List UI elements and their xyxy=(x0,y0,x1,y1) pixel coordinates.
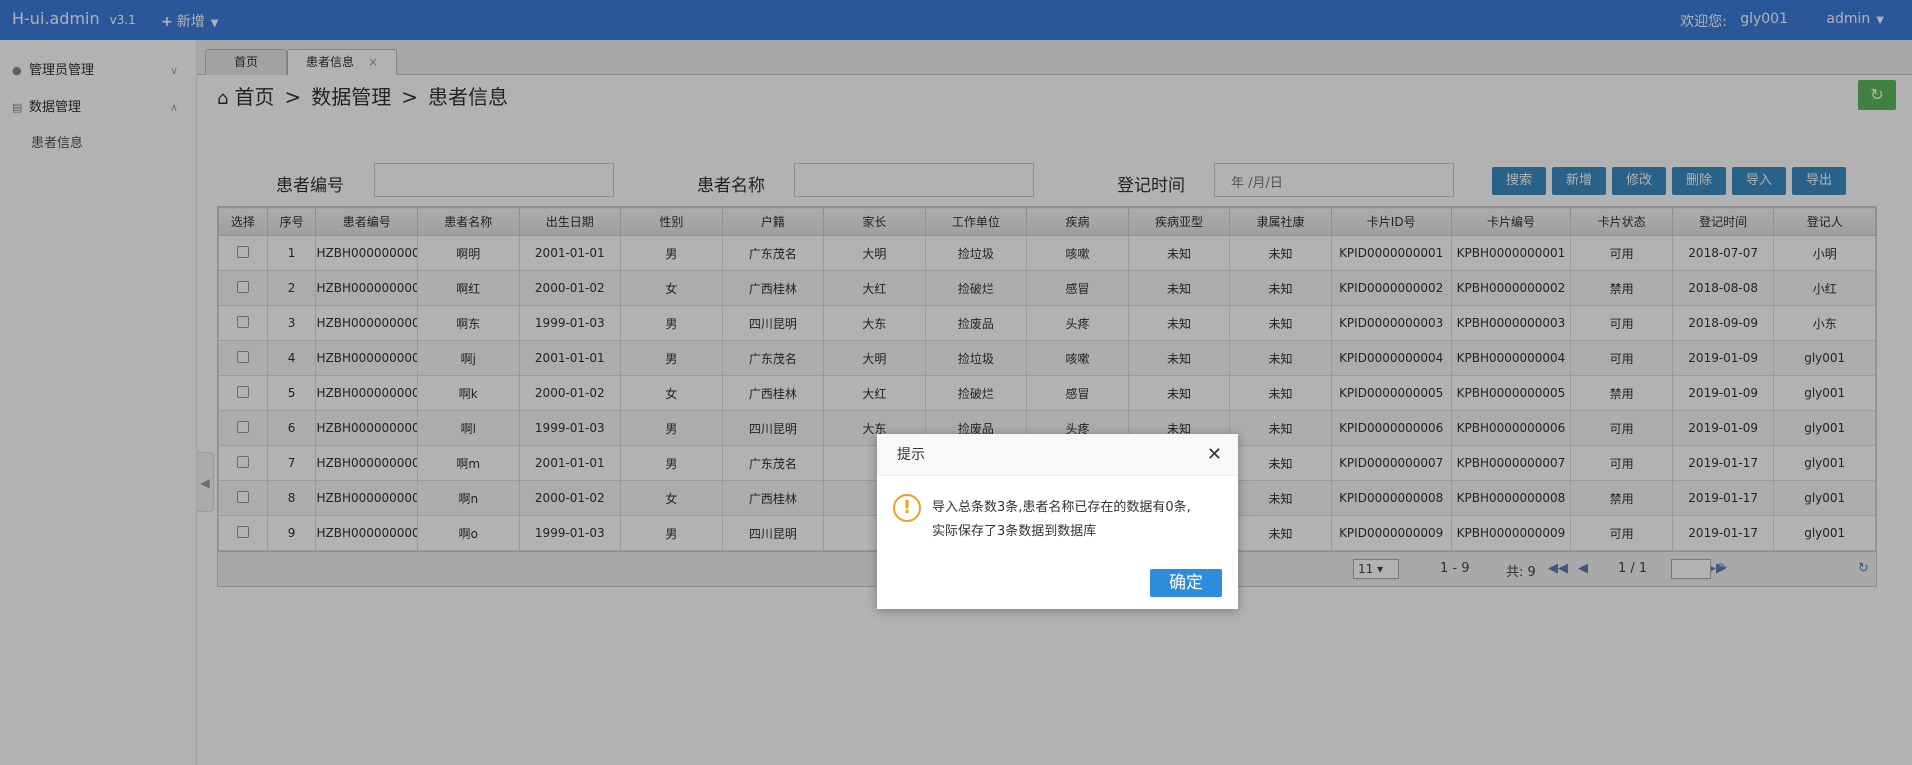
close-icon[interactable]: ✕ xyxy=(1207,434,1222,476)
warning-icon: ! xyxy=(893,494,921,522)
ok-button[interactable]: 确定 xyxy=(1150,569,1222,597)
modal-overlay xyxy=(0,0,1912,765)
dialog-message-line2: 实际保存了3条数据到数据库 xyxy=(932,524,1097,539)
dialog-title: 提示 xyxy=(897,447,925,463)
dialog-message-line1: 导入总条数3条,患者名称已存在的数据有0条, xyxy=(932,500,1191,515)
alert-dialog: 提示 ✕ ! 导入总条数3条,患者名称已存在的数据有0条, 实际保存了3条数据到… xyxy=(877,434,1238,609)
dialog-body: ! 导入总条数3条,患者名称已存在的数据有0条, 实际保存了3条数据到数据库 xyxy=(877,476,1238,544)
dialog-header: 提示 ✕ xyxy=(877,434,1238,476)
